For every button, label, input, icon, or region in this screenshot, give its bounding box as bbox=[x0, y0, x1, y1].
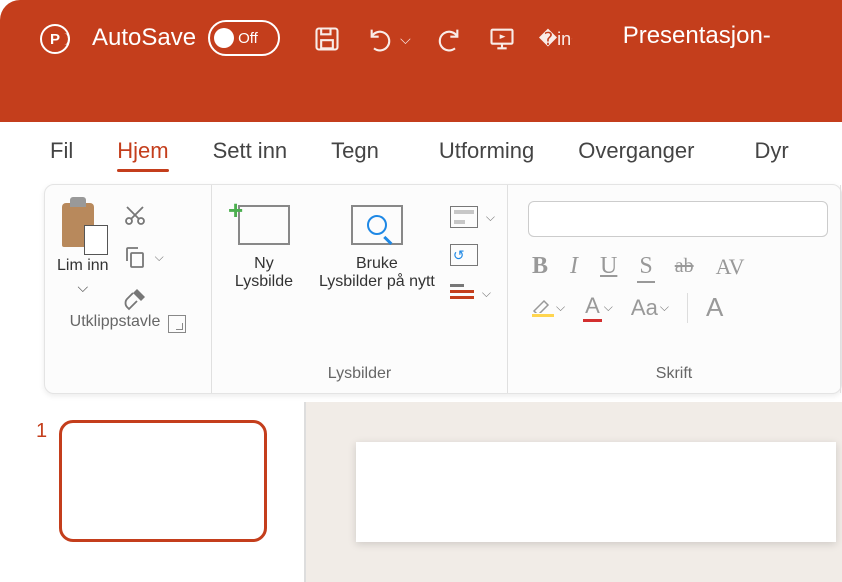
slideshow-icon bbox=[488, 25, 516, 53]
autosave-toggle[interactable]: Off bbox=[208, 20, 280, 56]
text-shadow-button[interactable]: S bbox=[639, 253, 652, 280]
tab-design[interactable]: Utforming bbox=[401, 126, 556, 176]
copy-icon bbox=[123, 245, 147, 269]
reset-button[interactable]: ↺ bbox=[450, 241, 495, 269]
underline-button[interactable]: U bbox=[600, 253, 617, 280]
scissors-icon bbox=[123, 203, 147, 227]
reuse-label-1: Bruke bbox=[356, 255, 398, 273]
ribbon-tabs: Fil Hjem Sett inn Tegn Utforming Overgan… bbox=[0, 122, 842, 180]
customize-qat-button[interactable]: �in bbox=[539, 22, 573, 56]
paste-icon bbox=[62, 199, 104, 251]
new-slide-icon: + bbox=[238, 205, 290, 245]
slideshow-button[interactable] bbox=[485, 22, 519, 56]
font-group: B I U S ab AV ⌵ A ⌵ Aa ⌵ A bbox=[508, 185, 841, 393]
chevron-down-icon[interactable]: ⌵ bbox=[400, 31, 411, 48]
slide-number: 1 bbox=[36, 420, 47, 582]
chevron-down-icon: ⌵ bbox=[486, 210, 495, 225]
clipboard-dialog-launcher[interactable] bbox=[168, 315, 186, 333]
slides-group-label: Lysbilder bbox=[224, 365, 495, 387]
autosave-label: AutoSave bbox=[92, 24, 196, 52]
slide-editor[interactable] bbox=[306, 402, 842, 582]
slide-canvas[interactable] bbox=[356, 442, 836, 542]
chevron-down-icon[interactable]: ⌵ bbox=[77, 279, 88, 296]
section-button[interactable]: ⌵ bbox=[450, 279, 495, 307]
toggle-knob bbox=[214, 28, 234, 48]
undo-button[interactable] bbox=[364, 22, 398, 56]
layout-icon bbox=[450, 206, 478, 228]
toggle-state-text: Off bbox=[238, 30, 258, 47]
slide-thumbnail-panel: 1 bbox=[0, 402, 306, 582]
layout-button[interactable]: ⌵ bbox=[450, 203, 495, 231]
format-painter-button[interactable] bbox=[123, 285, 164, 313]
paste-button[interactable]: Lim inn ⌵ bbox=[57, 195, 109, 313]
new-slide-label-2: Lysbilde bbox=[235, 273, 293, 291]
powerpoint-app-icon: P bbox=[40, 24, 70, 54]
slides-group: + Ny Lysbilde Bruke Lysbilder på nytt ⌵ … bbox=[212, 185, 508, 393]
slide-thumbnail-1[interactable] bbox=[59, 420, 267, 542]
copy-button[interactable]: ⌵ bbox=[123, 243, 164, 271]
clipboard-group-label: Utklippstavle bbox=[70, 313, 161, 335]
chevron-down-icon: ⌵ bbox=[556, 300, 565, 315]
redo-button[interactable] bbox=[431, 22, 465, 56]
highlighter-icon bbox=[532, 299, 554, 317]
font-color-icon: A bbox=[583, 293, 602, 322]
tab-insert[interactable]: Sett inn bbox=[191, 126, 310, 176]
chevron-down-icon bbox=[571, 30, 573, 48]
clipboard-group: Lim inn ⌵ ⌵ Utklippstavle bbox=[45, 185, 212, 393]
save-icon bbox=[313, 25, 341, 53]
chevron-down-icon: �in bbox=[539, 29, 571, 50]
redo-icon bbox=[434, 25, 462, 53]
slide-workspace: 1 bbox=[0, 402, 842, 582]
new-slide-button[interactable]: + Ny Lysbilde bbox=[224, 195, 304, 307]
reuse-slides-button[interactable]: Bruke Lysbilder på nytt bbox=[322, 195, 432, 307]
cut-button[interactable] bbox=[123, 201, 164, 229]
chevron-down-icon: ⌵ bbox=[482, 286, 491, 301]
char-spacing-button[interactable]: AV bbox=[716, 254, 745, 280]
ribbon: Lim inn ⌵ ⌵ Utklippstavle bbox=[44, 184, 842, 394]
chevron-down-icon: ⌵ bbox=[604, 300, 613, 315]
change-case-button[interactable]: Aa ⌵ bbox=[631, 295, 669, 321]
undo-icon bbox=[367, 25, 395, 53]
paste-label: Lim inn bbox=[57, 257, 109, 275]
tab-home[interactable]: Hjem bbox=[95, 126, 190, 176]
title-bar: P AutoSave Off ⌵ �in Presentasjon- bbox=[0, 0, 842, 122]
tab-transitions[interactable]: Overganger bbox=[556, 126, 716, 176]
change-case-icon: Aa bbox=[631, 295, 658, 321]
highlight-button[interactable]: ⌵ bbox=[532, 299, 565, 317]
document-title: Presentasjon- bbox=[623, 22, 771, 50]
grow-font-button[interactable]: A bbox=[706, 292, 723, 323]
reset-icon: ↺ bbox=[450, 244, 478, 266]
tab-animations[interactable]: Dyr bbox=[716, 126, 810, 176]
tab-file[interactable]: Fil bbox=[28, 126, 95, 176]
bold-button[interactable]: B bbox=[532, 253, 548, 280]
quick-access-toolbar: ⌵ �in bbox=[310, 22, 573, 56]
reuse-label-2: Lysbilder på nytt bbox=[319, 273, 435, 291]
font-name-selector[interactable] bbox=[528, 201, 828, 237]
chevron-down-icon: ⌵ bbox=[155, 250, 164, 265]
strikethrough-button[interactable]: ab bbox=[675, 255, 694, 278]
paintbrush-icon bbox=[123, 287, 147, 311]
reuse-slides-icon bbox=[351, 205, 403, 245]
tab-draw[interactable]: Tegn bbox=[309, 126, 401, 176]
autosave-control[interactable]: AutoSave Off bbox=[92, 20, 280, 56]
save-button[interactable] bbox=[310, 22, 344, 56]
section-icon bbox=[450, 284, 474, 302]
chevron-down-icon: ⌵ bbox=[660, 300, 669, 315]
font-group-label: Skrift bbox=[520, 365, 828, 387]
new-slide-label-1: Ny bbox=[254, 255, 274, 273]
undo-split-button[interactable]: ⌵ bbox=[364, 22, 411, 56]
italic-button[interactable]: I bbox=[570, 253, 578, 280]
font-color-button[interactable]: A ⌵ bbox=[583, 293, 613, 322]
